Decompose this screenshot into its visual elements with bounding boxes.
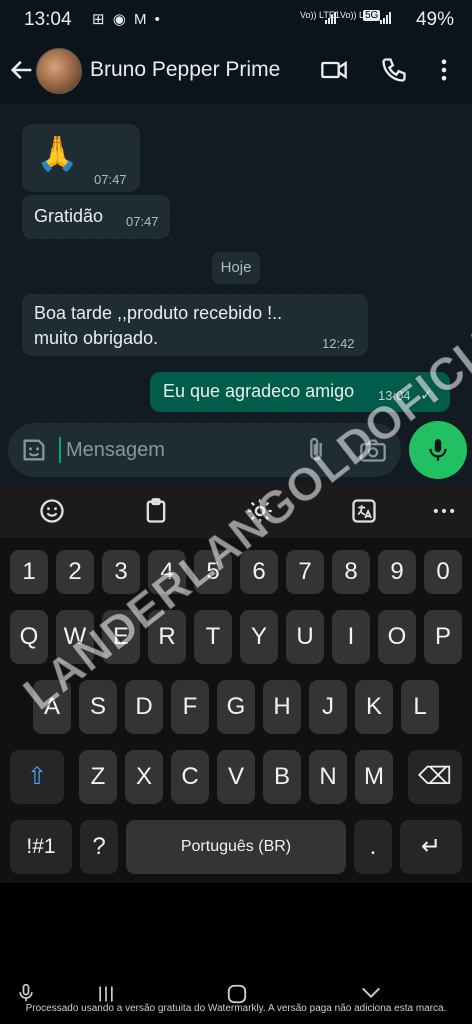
- attach-icon[interactable]: [302, 436, 330, 464]
- key-w[interactable]: W: [56, 610, 94, 664]
- key-p[interactable]: P: [424, 610, 462, 664]
- sticker-icon[interactable]: [20, 436, 48, 464]
- key-9[interactable]: 9: [378, 550, 416, 594]
- settings-gear-icon[interactable]: [246, 497, 274, 525]
- notification-icons: ⊞ ◉ M •: [92, 11, 162, 28]
- key-u[interactable]: U: [286, 610, 324, 664]
- message-text: Boa tarde ,,produto recebido !..: [34, 303, 283, 323]
- key-h[interactable]: H: [263, 680, 301, 734]
- question-key[interactable]: ?: [80, 820, 118, 874]
- key-a[interactable]: A: [33, 680, 71, 734]
- key-f[interactable]: F: [171, 680, 209, 734]
- contact-name[interactable]: Bruno Pepper Prime: [90, 58, 280, 82]
- hide-keyboard-icon[interactable]: [360, 986, 382, 1000]
- clock: 13:04: [24, 9, 72, 30]
- key-i[interactable]: I: [332, 610, 370, 664]
- symbols-key[interactable]: !#1: [10, 820, 72, 874]
- key-6[interactable]: 6: [240, 550, 278, 594]
- emoji-icon[interactable]: [38, 497, 66, 525]
- status-bar: 13:04 ⊞ ◉ M • Vo)) LTE1 Vo)) LTE2 5G 49%: [0, 0, 472, 38]
- translate-icon[interactable]: [350, 497, 378, 525]
- keyboard: 1 2 3 4 5 6 7 8 9 0 Q W E R T Y U I O P …: [0, 538, 472, 883]
- backspace-key[interactable]: ⌫: [408, 750, 462, 804]
- key-v[interactable]: V: [217, 750, 255, 804]
- more-horizontal-icon[interactable]: [430, 497, 458, 525]
- date-separator: Hoje: [212, 252, 260, 284]
- key-g[interactable]: G: [217, 680, 255, 734]
- key-o[interactable]: O: [378, 610, 416, 664]
- keyboard-toolbar: [0, 484, 472, 538]
- key-s[interactable]: S: [79, 680, 117, 734]
- key-e[interactable]: E: [102, 610, 140, 664]
- key-q[interactable]: Q: [10, 610, 48, 664]
- camera-icon[interactable]: [359, 436, 387, 464]
- key-7[interactable]: 7: [286, 550, 324, 594]
- key-c[interactable]: C: [171, 750, 209, 804]
- message-time: 13:04: [378, 388, 411, 403]
- key-5[interactable]: 5: [194, 550, 232, 594]
- sent-check-icon: ✓: [420, 387, 433, 404]
- key-y[interactable]: Y: [240, 610, 278, 664]
- enter-key[interactable]: ↵: [400, 820, 462, 874]
- key-3[interactable]: 3: [102, 550, 140, 594]
- key-d[interactable]: D: [125, 680, 163, 734]
- key-2[interactable]: 2: [56, 550, 94, 594]
- message-outgoing[interactable]: Eu que agradeco amigo 13:04 ✓: [150, 372, 450, 412]
- phone-call-icon[interactable]: [380, 56, 408, 84]
- key-l[interactable]: L: [401, 680, 439, 734]
- recent-apps-icon[interactable]: [95, 984, 117, 1004]
- key-n[interactable]: N: [309, 750, 347, 804]
- message-text-line2: muito obrigado.: [34, 328, 159, 348]
- period-key[interactable]: .: [354, 820, 392, 874]
- clipboard-icon[interactable]: [142, 497, 170, 525]
- key-4[interactable]: 4: [148, 550, 186, 594]
- navigation-bar: Processado usando a versão gratuita do W…: [0, 972, 472, 1024]
- key-r[interactable]: R: [148, 610, 186, 664]
- key-k[interactable]: K: [355, 680, 393, 734]
- message-incoming[interactable]: 🙏 07:47: [22, 124, 140, 192]
- signal-icon: [325, 12, 336, 24]
- message-incoming[interactable]: Gratidão 07:47: [22, 195, 170, 239]
- message-emoji: 🙏: [36, 135, 79, 173]
- message-text: Gratidão: [34, 206, 104, 226]
- key-1[interactable]: 1: [10, 550, 48, 594]
- space-key[interactable]: Português (BR): [126, 820, 346, 874]
- chat-header: Bruno Pepper Prime: [0, 38, 472, 104]
- microphone-nav-icon[interactable]: [16, 982, 36, 1004]
- key-m[interactable]: M: [355, 750, 393, 804]
- home-icon[interactable]: [226, 983, 248, 1005]
- network-type: 5G: [363, 10, 381, 21]
- message-input-bar[interactable]: Mensagem: [8, 423, 401, 477]
- message-incoming[interactable]: Boa tarde ,,produto recebido !.. muito o…: [22, 294, 368, 356]
- microphone-icon: [429, 439, 447, 461]
- message-input[interactable]: Mensagem: [66, 439, 165, 462]
- key-0[interactable]: 0: [424, 550, 462, 594]
- signal-icon-2: [380, 12, 391, 24]
- video-call-icon[interactable]: [320, 56, 348, 84]
- battery-level: 49%: [415, 9, 454, 30]
- key-t[interactable]: T: [194, 610, 232, 664]
- message-time: 12:42: [322, 336, 355, 351]
- key-x[interactable]: X: [125, 750, 163, 804]
- more-options-icon[interactable]: [430, 56, 458, 84]
- key-8[interactable]: 8: [332, 550, 370, 594]
- message-text: Eu que agradeco amigo: [163, 381, 355, 401]
- avatar[interactable]: [36, 48, 82, 94]
- watermark-note: Processado usando a versão gratuita do W…: [25, 1003, 447, 1014]
- key-z[interactable]: Z: [79, 750, 117, 804]
- key-j[interactable]: J: [309, 680, 347, 734]
- key-b[interactable]: B: [263, 750, 301, 804]
- message-time: 07:47: [94, 172, 127, 187]
- text-cursor: [59, 437, 61, 463]
- back-arrow-icon[interactable]: [8, 56, 36, 84]
- voice-record-button[interactable]: [409, 421, 467, 479]
- message-time: 07:47: [126, 214, 159, 229]
- shift-key[interactable]: ⇧: [10, 750, 64, 804]
